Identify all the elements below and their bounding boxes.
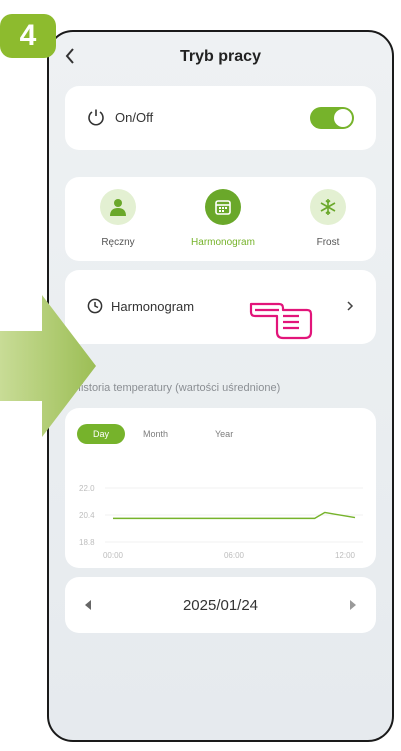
power-card: On/Off [65,86,376,150]
power-toggle[interactable] [310,107,354,129]
power-icon [88,109,104,126]
schedule-row[interactable]: Harmonogram [65,270,376,344]
power-label: On/Off [115,110,154,125]
calendar-icon [215,200,231,215]
mode-schedule-label: Harmonogram [191,237,255,248]
page-title: Tryb pracy [180,48,261,65]
snowflake-icon [320,199,336,215]
temperature-chart-card: Day Month Year 22.0 20.4 18.8 00:00 06:00 12:… [65,408,376,568]
history-title: Historia temperatury (wartości uśrednion… [73,382,281,394]
mode-frost-circle [310,189,346,225]
mode-schedule-button[interactable]: Harmonogram [178,189,268,248]
mode-manual-label: Ręczny [101,237,135,248]
date-label: 2025/01/24 [182,597,259,614]
person-icon [110,199,126,216]
mode-card: Ręczny Harmonogram Frost [65,177,376,261]
chevron-right-icon [347,301,354,311]
y-tick-label: 18.8 [79,538,95,547]
schedule-label: Harmonogram [111,299,195,314]
x-tick-label: 00:00 [103,551,124,560]
date-selector: 2025/01/24 [65,577,376,633]
x-tick-label: 06:00 [224,551,245,560]
mode-manual-circle [100,189,136,225]
mode-schedule-circle [205,189,241,225]
step-number-badge: 4 [0,14,56,58]
header: Tryb pracy [49,32,392,80]
mode-frost-label: Frost [316,237,340,248]
y-tick-label: 22.0 [79,484,95,493]
mode-frost-button[interactable]: Frost [283,189,373,248]
temperature-chart: 22.0 20.4 18.8 00:00 06:00 12:00 [79,484,363,560]
phone-screen: Tryb pracy On/Off Ręczny Harmonogram Fro… [47,30,394,742]
y-tick-label: 20.4 [79,511,95,520]
mode-manual-button[interactable]: Ręczny [73,189,163,248]
next-date-icon[interactable] [350,600,356,610]
x-tick-label: 12:00 [335,551,356,560]
arrow-right-icon [0,295,96,437]
toggle-knob [334,109,352,127]
pointing-hand-icon [249,302,313,340]
